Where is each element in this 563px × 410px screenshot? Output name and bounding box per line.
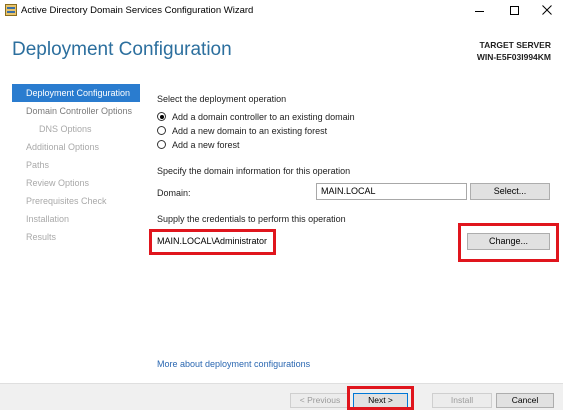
nav-item-review-options: Review Options [26,178,90,188]
title-bar: Active Directory Domain Services Configu… [0,0,563,20]
nav-item-results: Results [26,232,57,242]
operation-heading: Select the deployment operation [157,94,287,104]
window-title: Active Directory Domain Services Configu… [21,5,254,16]
cancel-button[interactable]: Cancel [496,393,554,408]
radio-new-forest[interactable]: Add a new forest [157,138,240,151]
nav-item-deployment-configuration[interactable]: Deployment Configuration [12,84,140,102]
radio-icon[interactable] [157,126,166,135]
nav-item-additional-options: Additional Options [26,142,100,152]
nav-item-prerequisites-check: Prerequisites Check [26,196,107,206]
maximize-button[interactable] [498,0,530,20]
install-button[interactable]: Install [432,393,492,408]
radio-new-domain[interactable]: Add a new domain to an existing forest [157,124,327,137]
maximize-icon [509,5,519,15]
close-button[interactable] [531,0,563,20]
radio-checked-icon[interactable] [157,112,166,121]
page-title: Deployment Configuration [12,39,232,60]
highlight-change-button [458,223,559,262]
highlight-credentials [149,229,276,255]
ad-ds-wizard-icon [5,4,17,16]
minimize-icon [474,10,484,12]
previous-button[interactable]: < Previous [290,393,350,408]
wizard-nav: Deployment Configuration Domain Controll… [12,84,140,246]
domain-field[interactable]: MAIN.LOCAL [316,183,467,200]
radio-label: Add a new domain to an existing forest [172,125,328,136]
credentials-heading: Supply the credentials to perform this o… [157,214,346,224]
domain-label: Domain: [157,188,191,198]
target-server-label: TARGET SERVER [479,40,551,50]
nav-item-dns-options: DNS Options [39,124,92,134]
minimize-button[interactable] [463,0,495,20]
radio-label: Add a domain controller to an existing d… [172,111,355,122]
radio-existing-domain[interactable]: Add a domain controller to an existing d… [157,110,355,123]
close-icon [542,5,552,15]
nav-item-domain-controller-options[interactable]: Domain Controller Options [12,102,140,120]
nav-item-installation: Installation [26,214,70,224]
domain-heading: Specify the domain information for this … [157,166,351,176]
highlight-next-button [347,386,414,410]
more-about-link[interactable]: More about deployment configurations [157,359,310,369]
nav-item-paths: Paths [26,160,50,170]
radio-icon[interactable] [157,140,166,149]
radio-label: Add a new forest [172,139,240,150]
select-button[interactable]: Select... [470,183,550,200]
target-server-name: WIN-E5F03I994KM [476,52,551,62]
